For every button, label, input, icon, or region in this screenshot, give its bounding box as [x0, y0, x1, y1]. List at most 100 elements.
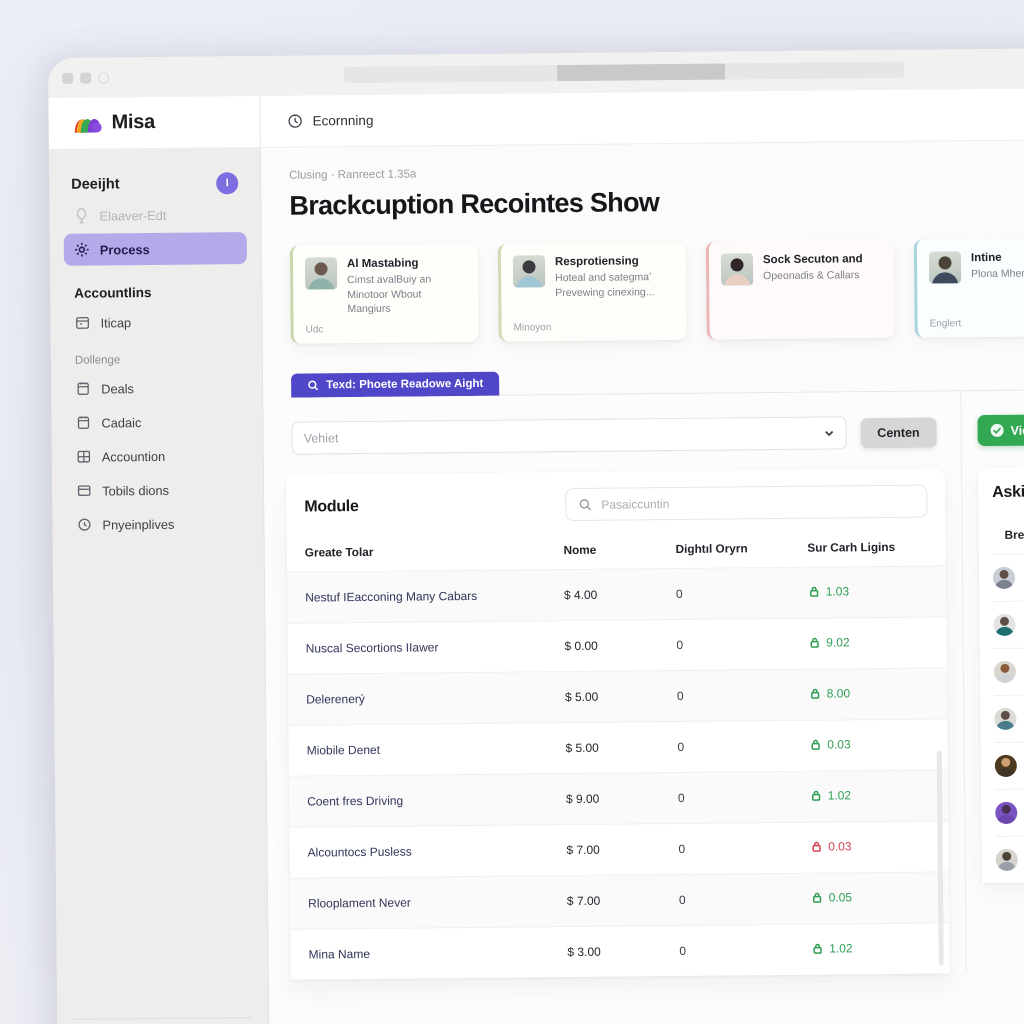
cell-metric: 1.02 [809, 769, 949, 823]
table-row[interactable]: Miobile Denet $ 5.00 0 0.03 [288, 718, 948, 777]
card-top: Resprotiensing Hoteal and sategmaʼ Preve… [512, 254, 675, 300]
right-panel-column-header[interactable]: Brecho [992, 501, 1024, 554]
view-button[interactable]: View [977, 414, 1024, 447]
app-window: Misa Deeijht I Elaaver-Edt Process Accou… [48, 47, 1024, 1024]
sidebar-item-cadaic[interactable]: Cadaic [65, 405, 248, 439]
sidebar-item-label: Tobils dions [102, 482, 170, 498]
right-panel-row[interactable]: Resp [993, 646, 1024, 695]
lock-up-icon [811, 943, 823, 955]
sidebar-item-iticap[interactable]: Iticap [64, 305, 247, 339]
tab-active[interactable]: Texd: Phoete Readowe Aight [291, 371, 500, 398]
metric-badge: 0.03 [809, 737, 851, 752]
table-search-input[interactable]: Pasaiccuntin [565, 484, 928, 522]
clipboard-icon [75, 415, 91, 431]
lock-up-icon [809, 739, 821, 751]
lock-up-icon [808, 637, 820, 649]
column-header-greate-tolar[interactable]: Greate Tolar [287, 535, 564, 572]
brand-name: Misa [111, 110, 155, 134]
cell-count: 0 [676, 618, 809, 671]
cell-metric: 1.02 [810, 922, 950, 975]
cell-amount: $ 4.00 [563, 568, 677, 621]
card-title: Resprotiensing [554, 255, 639, 269]
right-panel-row[interactable]: Sckl [995, 787, 1024, 836]
cell-name: Delerenerý [287, 671, 566, 726]
card-footer: Minoyon [513, 322, 552, 334]
cell-amount: $ 0.00 [564, 619, 677, 672]
table-row[interactable]: Delerenerý $ 5.00 0 8.00 [287, 667, 948, 726]
panels: Vehiet Centen Module Pasaiccuntin Greate… [263, 389, 1024, 980]
sidebar-item-label: Process [99, 241, 150, 258]
address-bar[interactable] [344, 61, 905, 84]
right-panel-row[interactable]: Sury [993, 599, 1024, 648]
metric-value: 0.03 [828, 839, 852, 854]
sidebar-item-deals[interactable]: Deals [65, 371, 248, 405]
address-bar-segment [344, 65, 558, 84]
metric-value: 1.03 [825, 584, 850, 599]
sidebar-item-tobils-dions[interactable]: Tobils dions [66, 473, 249, 507]
column-header-dightil-oryrn[interactable]: Dightıl Oryrn [675, 533, 807, 569]
cell-amount: $ 3.00 [567, 925, 680, 978]
select-input[interactable]: Vehiet [291, 416, 847, 455]
column-header-nome[interactable]: Nome [563, 534, 675, 570]
sidebar-item-label: Iticap [100, 314, 132, 331]
cell-amount: $ 5.00 [564, 670, 678, 723]
card-row: Al Mastabing Cimst avalBuiy an Minotoor … [262, 237, 1024, 344]
table-row[interactable]: Mina Name $ 3.00 0 1.02 [290, 922, 950, 980]
maximize-button[interactable] [80, 72, 92, 84]
sidebar-header-badge: I [216, 172, 239, 195]
lock-up-icon [810, 790, 822, 802]
main-pane: Ecornning Clusing · Ranreect 1.35a Brack… [260, 87, 1024, 1024]
cell-name: Alcountocs Pusless [289, 824, 567, 879]
center-button[interactable]: Centen [860, 416, 937, 448]
table-body: Nestuf IEacconing Many Cabars $ 4.00 0 1.03… [286, 565, 950, 980]
check-circle-icon [990, 423, 1004, 437]
card-title: Al Mastabing [346, 257, 419, 271]
sidebar-item-label: Pnyeinplives [102, 516, 175, 532]
minimize-button[interactable] [62, 72, 74, 84]
table-header: Module Pasaiccuntin [286, 468, 946, 537]
info-card[interactable]: Resprotiensing Hoteal and sategmaʼ Preve… [497, 241, 687, 342]
right-panel-row[interactable]: Soer [994, 740, 1024, 789]
sidebar-scroll: Deeijht I Elaaver-Edt Process Accountlin… [49, 148, 268, 1019]
metric-value: 8.00 [826, 686, 851, 701]
table-row[interactable]: Alcountocs Pusless $ 7.00 0 0.03 [289, 820, 949, 879]
card-subtitle: Hoteal and sategmaʼ Prevewing cinexing..… [555, 271, 655, 299]
cell-name: Nestuf IEacconing Many Cabars [286, 569, 565, 624]
sidebar-item-accountion[interactable]: Accountion [66, 439, 249, 473]
card-text: Intine Plona Mhern Hotlin Denic [971, 250, 1024, 283]
right-panel-row[interactable]: Stck [992, 552, 1024, 601]
close-button[interactable] [98, 71, 110, 84]
sidebar-item-process[interactable]: Process [63, 232, 247, 266]
table-row[interactable]: Nuscal Secortions IIawer $ 0.00 0 9.02 [287, 616, 947, 675]
cell-amount: $ 5.00 [565, 721, 678, 774]
sidebar-group-challenge: Dollenge [74, 354, 121, 367]
sidebar-item-elaaver-edt[interactable]: Elaaver-Edt [63, 198, 246, 232]
cell-count: 0 [677, 720, 810, 773]
right-panel-rows: StckSuryRespSourSoerScklMiar [992, 552, 1024, 883]
info-card[interactable]: Sock Secuton and Opeonadis & Callars [705, 239, 895, 340]
right-panel-row[interactable]: Sour [994, 693, 1024, 742]
sidebar-header: Deeijht I [63, 166, 246, 200]
avatar-1-icon [992, 566, 1016, 589]
table-card: Module Pasaiccuntin Greate Tolar Nome Di… [286, 468, 950, 980]
cell-metric: 0.03 [808, 718, 948, 772]
avatar-7-icon [995, 848, 1018, 871]
avatar-2-icon [993, 613, 1016, 636]
cell-metric: 0.03 [809, 820, 949, 874]
card-subtitle: Cimst avalBuiy an Minotoor Wbout Mangiur… [347, 273, 432, 315]
sidebar-item-label: Elaaver-Edt [99, 207, 167, 224]
grid-icon [76, 449, 92, 465]
sidebar-header-title: Deeijht [71, 176, 120, 193]
info-card[interactable]: Intine Plona Mhern Hotlin Denic Englert [913, 237, 1024, 338]
avatar-3-icon [993, 660, 1017, 683]
card-title: Intine [970, 251, 1002, 265]
table-row[interactable]: Nestuf IEacconing Many Cabars $ 4.00 0 1.03 [286, 565, 947, 624]
table-row[interactable]: Coent fres Driving $ 9.00 0 1.02 [288, 769, 949, 828]
column-header-sur-carh-ligins[interactable]: Sur Carh Ligins [807, 531, 946, 567]
chevron-down-icon [823, 427, 834, 438]
table-row[interactable]: Rlooplament Never $ 7.00 0 0.05 [289, 871, 950, 930]
brand[interactable]: Misa [48, 95, 260, 150]
right-panel-row[interactable]: Miar [995, 834, 1024, 883]
sidebar-item-pnyeinplives[interactable]: Pnyeinplives [66, 507, 249, 541]
info-card[interactable]: Al Mastabing Cimst avalBuiy an Minotoor … [289, 243, 479, 344]
